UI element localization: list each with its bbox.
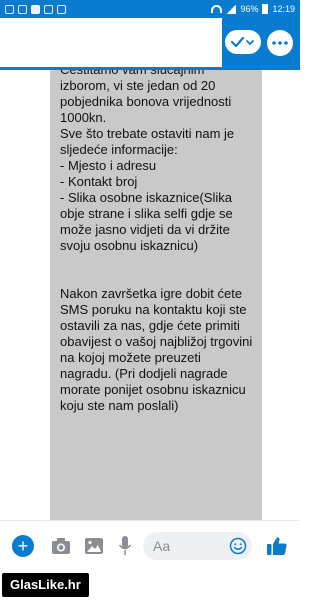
signal-icon [226,4,237,14]
thumbs-up-icon[interactable] [266,535,288,557]
reply-check-button[interactable] [225,30,261,54]
message-bubble[interactable]: Čestitamo vam slučajnim izborom, vi ste … [50,70,262,520]
check-chevron-icon [230,36,254,48]
list-item: - Mjesto i adresu [60,158,157,173]
message-requirements-list: - Mjesto i adresu - Kontakt broj - Slika… [60,158,253,254]
message-input[interactable] [153,532,223,560]
image-icon [44,4,53,14]
camera-icon[interactable] [51,537,71,555]
message-outro: Nakon završetka igre dobit ćete SMS poru… [60,286,256,413]
message-thread[interactable]: Čestitamo vam slučajnim izborom, vi ste … [0,70,300,520]
header-redacted-area [0,18,222,67]
gallery-icon[interactable] [84,537,104,555]
battery-percentage: 96% [240,4,259,14]
add-button[interactable]: + [12,535,34,557]
microphone-icon[interactable] [118,535,132,557]
email-icon [18,4,27,14]
wifi-icon [211,5,223,13]
list-item: - Slika osobne iskaznice(Slika obje stra… [60,190,233,253]
email-icon [5,4,14,14]
clock: 12:19 [272,4,295,14]
more-dots-icon [272,41,288,45]
message-intro: Čestitamo vam slučajnim izborom, vi ste … [60,70,235,157]
emoji-icon[interactable] [229,537,247,555]
battery-icon [262,4,269,14]
conversation-header [0,18,300,70]
messenger-icon [57,4,66,14]
facebook-icon [31,4,40,14]
list-item: - Kontakt broj [60,174,138,189]
message-input-container [143,532,252,560]
more-options-button[interactable] [267,30,293,56]
status-bar: 96% 12:19 [0,0,300,18]
message-composer: + [0,520,300,570]
status-notification-icons [5,4,66,14]
status-system-icons: 96% 12:19 [211,4,295,14]
watermark-area: GlasLike.hr [0,570,300,600]
watermark-logo: GlasLike.hr [2,573,89,597]
